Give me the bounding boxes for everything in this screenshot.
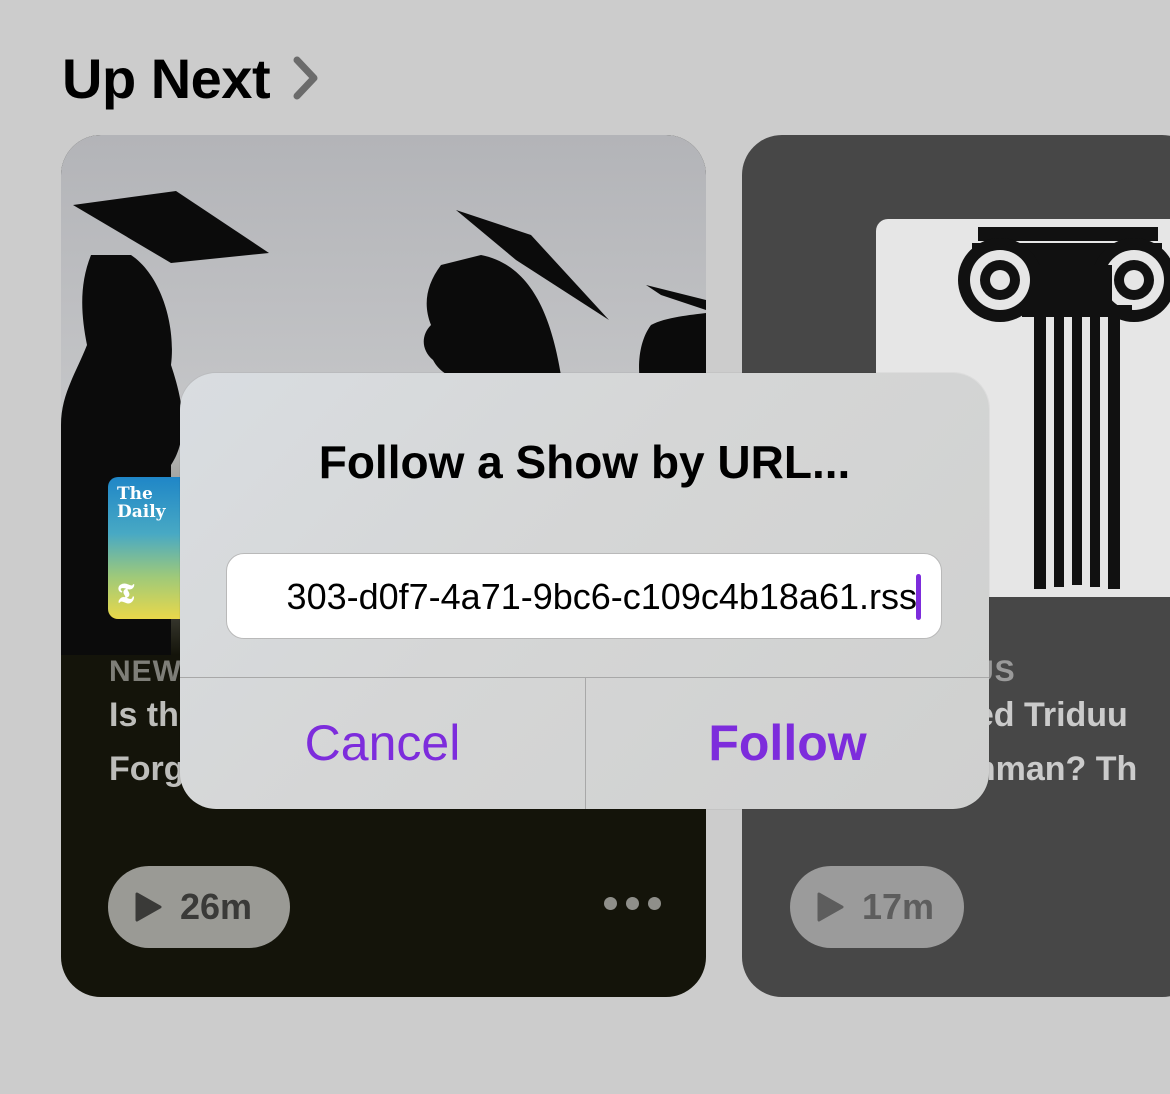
play-button[interactable]: 17m [790, 866, 964, 948]
show-artwork-text: The Daily [117, 484, 166, 522]
follow-by-url-dialog: Follow a Show by URL... 303-d0f7-4a71-9b… [180, 373, 989, 809]
episode-duration: 17m [862, 886, 935, 927]
url-input[interactable]: 303-d0f7-4a71-9bc6-c109c4b18a61.rss [226, 553, 942, 639]
section-title: Up Next [62, 46, 271, 110]
play-button[interactable]: 26m [108, 866, 290, 948]
follow-button[interactable]: Follow [586, 678, 989, 809]
episode-title: Is th Forg [109, 696, 185, 788]
up-next-header[interactable]: Up Next [62, 40, 320, 116]
more-options-icon[interactable] [604, 897, 661, 910]
dialog-title: Follow a Show by URL... [318, 436, 851, 488]
url-input-value: 303-d0f7-4a71-9bc6-c109c4b18a61.rss [286, 576, 917, 617]
episode-category: NEW [109, 655, 182, 688]
nyt-logo-icon: 𝕿 [117, 577, 135, 610]
chevron-right-icon[interactable] [292, 56, 320, 100]
play-icon [134, 891, 162, 923]
play-icon [816, 891, 844, 923]
cancel-button[interactable]: Cancel [180, 678, 585, 809]
text-cursor [916, 574, 921, 620]
episode-duration: 26m [180, 886, 253, 927]
